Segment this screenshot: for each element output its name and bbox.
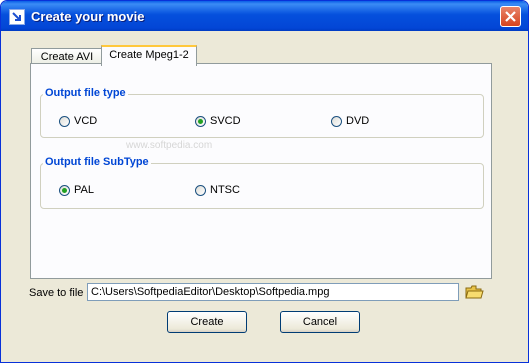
app-icon <box>9 9 25 25</box>
group-legend: Output file SubType <box>43 156 151 168</box>
close-button[interactable] <box>500 6 521 27</box>
radio-dvd[interactable]: DVD <box>331 114 369 128</box>
cancel-button[interactable]: Cancel <box>280 311 360 333</box>
window-title: Create your movie <box>31 9 145 24</box>
tab-create-mpeg[interactable]: Create Mpeg1-2 <box>101 45 197 66</box>
radio-ntsc[interactable]: NTSC <box>195 183 240 197</box>
close-icon <box>505 11 516 22</box>
radio-selected-dot <box>62 187 67 193</box>
output-file-type-group: Output file type VCD SVCD DVD <box>40 87 484 138</box>
radio-pal[interactable]: PAL <box>59 183 94 197</box>
title-bar[interactable]: Create your movie <box>1 1 528 31</box>
tab-panel: www.softpedia.com Output file type VCD S… <box>30 63 492 279</box>
radio-label: VCD <box>74 115 98 127</box>
radio-circle[interactable] <box>331 115 342 127</box>
radio-label: PAL <box>74 184 94 196</box>
radio-circle[interactable] <box>195 184 206 196</box>
save-path-field[interactable]: C:\Users\SoftpediaEditor\Desktop\Softped… <box>87 283 459 301</box>
dialog-window: Create your movie Create AVI Create Mpeg… <box>0 0 529 363</box>
radio-vcd[interactable]: VCD <box>59 114 97 128</box>
group-legend: Output file type <box>43 87 128 99</box>
create-button[interactable]: Create <box>167 311 247 333</box>
radio-label: NTSC <box>210 184 240 196</box>
radio-label: SVCD <box>210 115 241 127</box>
save-to-file-label: Save to file <box>29 287 84 299</box>
watermark: www.softpedia.com <box>126 140 213 151</box>
radio-svcd[interactable]: SVCD <box>195 114 241 128</box>
radio-circle[interactable] <box>59 184 70 196</box>
open-folder-icon <box>465 285 484 299</box>
browse-folder-button[interactable] <box>464 283 484 301</box>
output-file-subtype-group: Output file SubType PAL NTSC <box>40 156 484 209</box>
radio-circle[interactable] <box>59 115 70 127</box>
radio-circle[interactable] <box>195 115 206 127</box>
tab-create-avi[interactable]: Create AVI <box>31 48 103 64</box>
radio-selected-dot <box>198 118 203 124</box>
radio-label: DVD <box>346 115 370 127</box>
